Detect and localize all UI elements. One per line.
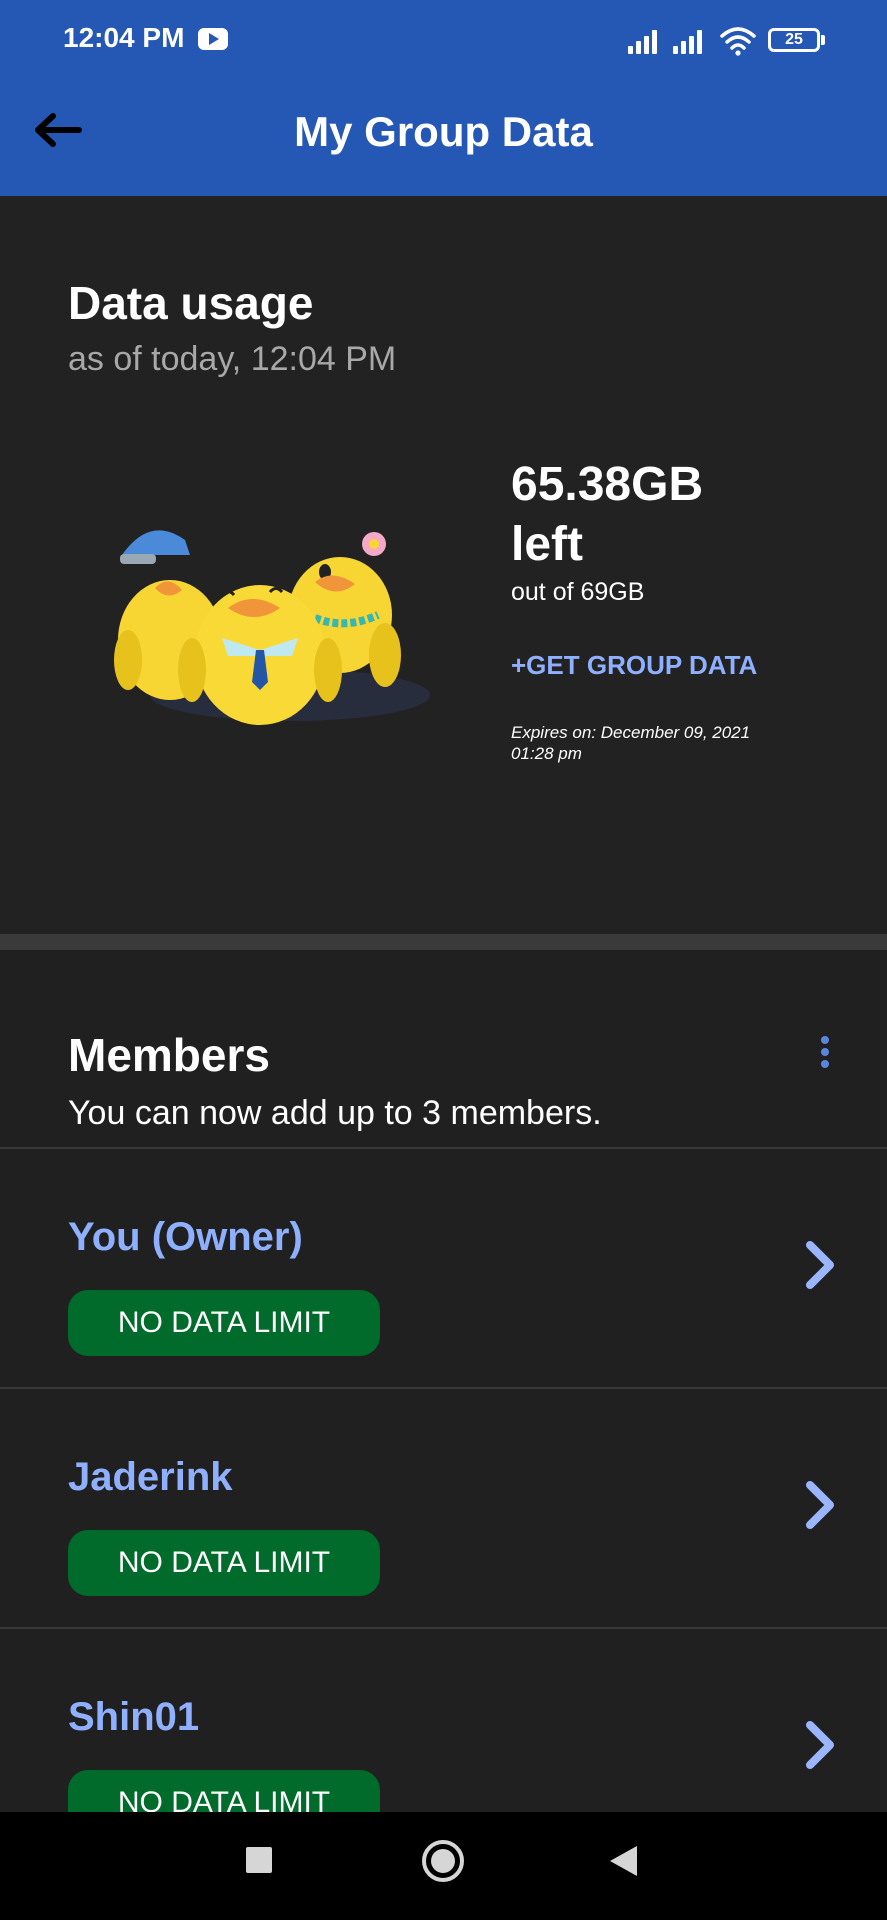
member-name: Shin01 <box>68 1695 200 1739</box>
wifi-icon <box>720 27 756 56</box>
members-subtitle: You can now add up to 3 members. <box>68 1094 602 1132</box>
signal-icon <box>673 26 709 54</box>
chevron-right-icon <box>806 1481 834 1529</box>
battery-icon: 25 <box>768 28 820 52</box>
data-usage-heading: Data usage <box>68 277 314 329</box>
ducks-illustration <box>114 530 430 725</box>
nav-recents-icon[interactable] <box>246 1847 272 1873</box>
app-header: 12:04 PM 25 My Group Data <box>0 0 887 196</box>
nav-home-icon[interactable] <box>422 1840 464 1882</box>
member-name: You (Owner) <box>68 1215 303 1259</box>
data-left-word: left <box>511 518 583 571</box>
kebab-menu-icon[interactable] <box>812 1030 838 1074</box>
battery-tip <box>821 35 825 45</box>
member-name: Jaderink <box>68 1455 233 1499</box>
chevron-right-icon <box>806 1721 834 1769</box>
expiry-text: Expires on: December 09, 2021 01:28 pm <box>511 722 771 764</box>
system-nav-bar <box>0 1812 887 1920</box>
data-total: out of 69GB <box>511 578 645 606</box>
member-row[interactable]: You (Owner) NO DATA LIMIT <box>0 1149 887 1387</box>
chevron-right-icon <box>806 1241 834 1289</box>
data-left-value: 65.38GB <box>511 458 704 511</box>
signal-icon <box>628 26 664 54</box>
section-divider <box>0 934 887 950</box>
youtube-icon <box>198 28 228 50</box>
page-title: My Group Data <box>294 108 593 155</box>
data-left-amount: 65.38GB left <box>511 455 811 575</box>
data-limit-badge: NO DATA LIMIT <box>68 1530 380 1596</box>
as-of-text: as of today, 12:04 PM <box>68 340 397 378</box>
expiry-date: Expires on: December 09, 2021 <box>511 723 751 742</box>
expiry-time: 01:28 pm <box>511 744 582 763</box>
get-group-data-link[interactable]: +GET GROUP DATA <box>511 650 757 681</box>
data-limit-badge: NO DATA LIMIT <box>68 1290 380 1356</box>
nav-back-icon[interactable] <box>610 1846 637 1876</box>
member-row[interactable]: Jaderink NO DATA LIMIT <box>0 1389 887 1627</box>
status-time: 12:04 PM <box>63 22 185 53</box>
members-heading: Members <box>68 1029 270 1081</box>
